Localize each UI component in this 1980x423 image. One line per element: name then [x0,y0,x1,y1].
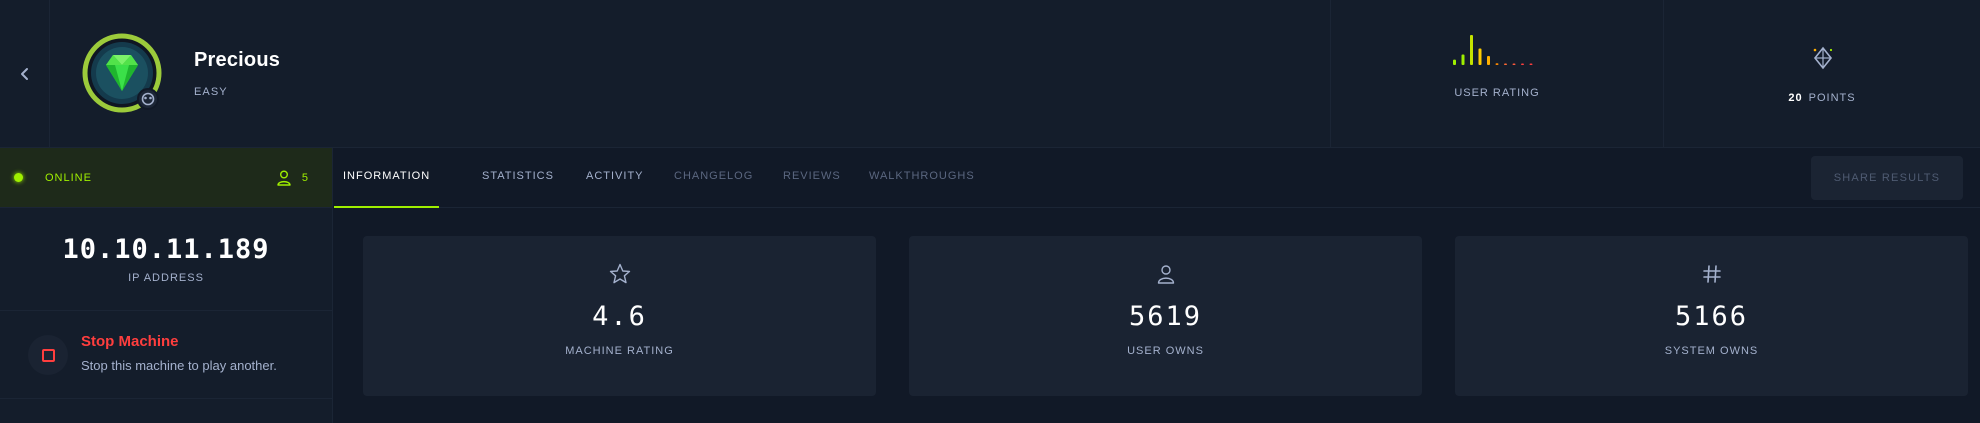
stop-machine-button[interactable]: Stop Machine Stop this machine to play a… [0,311,332,399]
machine-title-block: Precious EASY [194,49,280,98]
tab-statistics[interactable]: STATISTICS [482,148,554,208]
machine-rating-card: 4.6 MACHINE RATING [363,236,876,396]
stop-machine-subtitle: Stop this machine to play another. [81,358,277,373]
user-rating-label: USER RATING [1454,87,1540,99]
machine-rating-value: 4.6 [592,301,647,332]
tab-walkthroughs[interactable]: WALKTHROUGHS [869,148,975,208]
rating-bar-4 [1478,48,1482,65]
machine-difficulty: EASY [194,86,228,98]
rating-bar-1 [1453,59,1456,65]
user-rating-chart [1453,35,1533,65]
stop-icon-wrapper [28,335,68,375]
points-value: 20 [1788,92,1803,104]
machine-avatar [82,33,162,113]
card-icon-wrap [1455,262,1968,286]
gem-icon [82,33,162,113]
star-icon [609,263,630,284]
card-icon-wrap [363,262,876,286]
machine-name: Precious [194,49,281,71]
machine-header: Precious EASY USER RATING 20 POINTS [0,0,1980,148]
tab-reviews[interactable]: REVIEWS [783,148,841,208]
tab-changelog[interactable]: CHANGELOG [674,148,753,208]
user-owns-value: 5619 [1128,301,1203,332]
hash-icon [1702,265,1721,283]
ip-address-block: 10.10.11.189 IP ADDRESS [0,208,332,311]
stop-machine-title: Stop Machine [81,333,179,350]
back-button[interactable] [0,0,50,148]
user-owns-card: 5619 USER OWNS [909,236,1422,396]
ip-address[interactable]: 10.10.11.189 [0,208,332,265]
points-label-row: 20 POINTS [1664,92,1980,104]
machine-tabs: INFORMATION STATISTICS ACTIVITY CHANGELO… [334,148,1980,208]
machine-sidebar: ONLINE 5 10.10.11.189 IP ADDRESS Stop Ma… [0,148,333,423]
card-icon-wrap [909,262,1422,286]
rating-bar-5 [1487,56,1490,65]
share-results-button[interactable]: SHARE RESULTS [1811,156,1963,200]
status-online-indicator [14,173,23,182]
user-icon [277,170,291,186]
user-rating-panel: USER RATING [1330,0,1663,148]
players-count: 5 [301,171,308,184]
system-owns-value: 5166 [1674,301,1749,332]
active-players: 5 [277,170,308,186]
rating-bar-7 [1504,63,1507,65]
stop-icon [41,348,55,362]
system-owns-label: SYSTEM OWNS [1664,345,1759,357]
points-panel: 20 POINTS [1663,0,1980,148]
ip-address-label: IP ADDRESS [128,272,204,284]
rating-bar-6 [1495,63,1499,65]
machine-status-row: ONLINE 5 [0,148,332,208]
rating-bar-8 [1512,63,1516,65]
rating-bar-3 [1470,35,1473,65]
status-text: ONLINE [45,171,92,184]
tab-activity[interactable]: ACTIVITY [586,148,644,208]
system-owns-card: 5166 SYSTEM OWNS [1455,236,1968,396]
user-icon [1157,265,1174,284]
rating-bar-9 [1521,63,1524,65]
machine-rating-label: MACHINE RATING [565,345,674,357]
tab-information[interactable]: INFORMATION [334,148,440,208]
chevron-left-icon [20,68,28,80]
user-owns-label: USER OWNS [1127,345,1204,357]
points-icon [1813,46,1833,70]
points-label: POINTS [1808,92,1856,104]
rating-bar-2 [1461,54,1465,65]
rating-bar-10 [1529,63,1533,65]
